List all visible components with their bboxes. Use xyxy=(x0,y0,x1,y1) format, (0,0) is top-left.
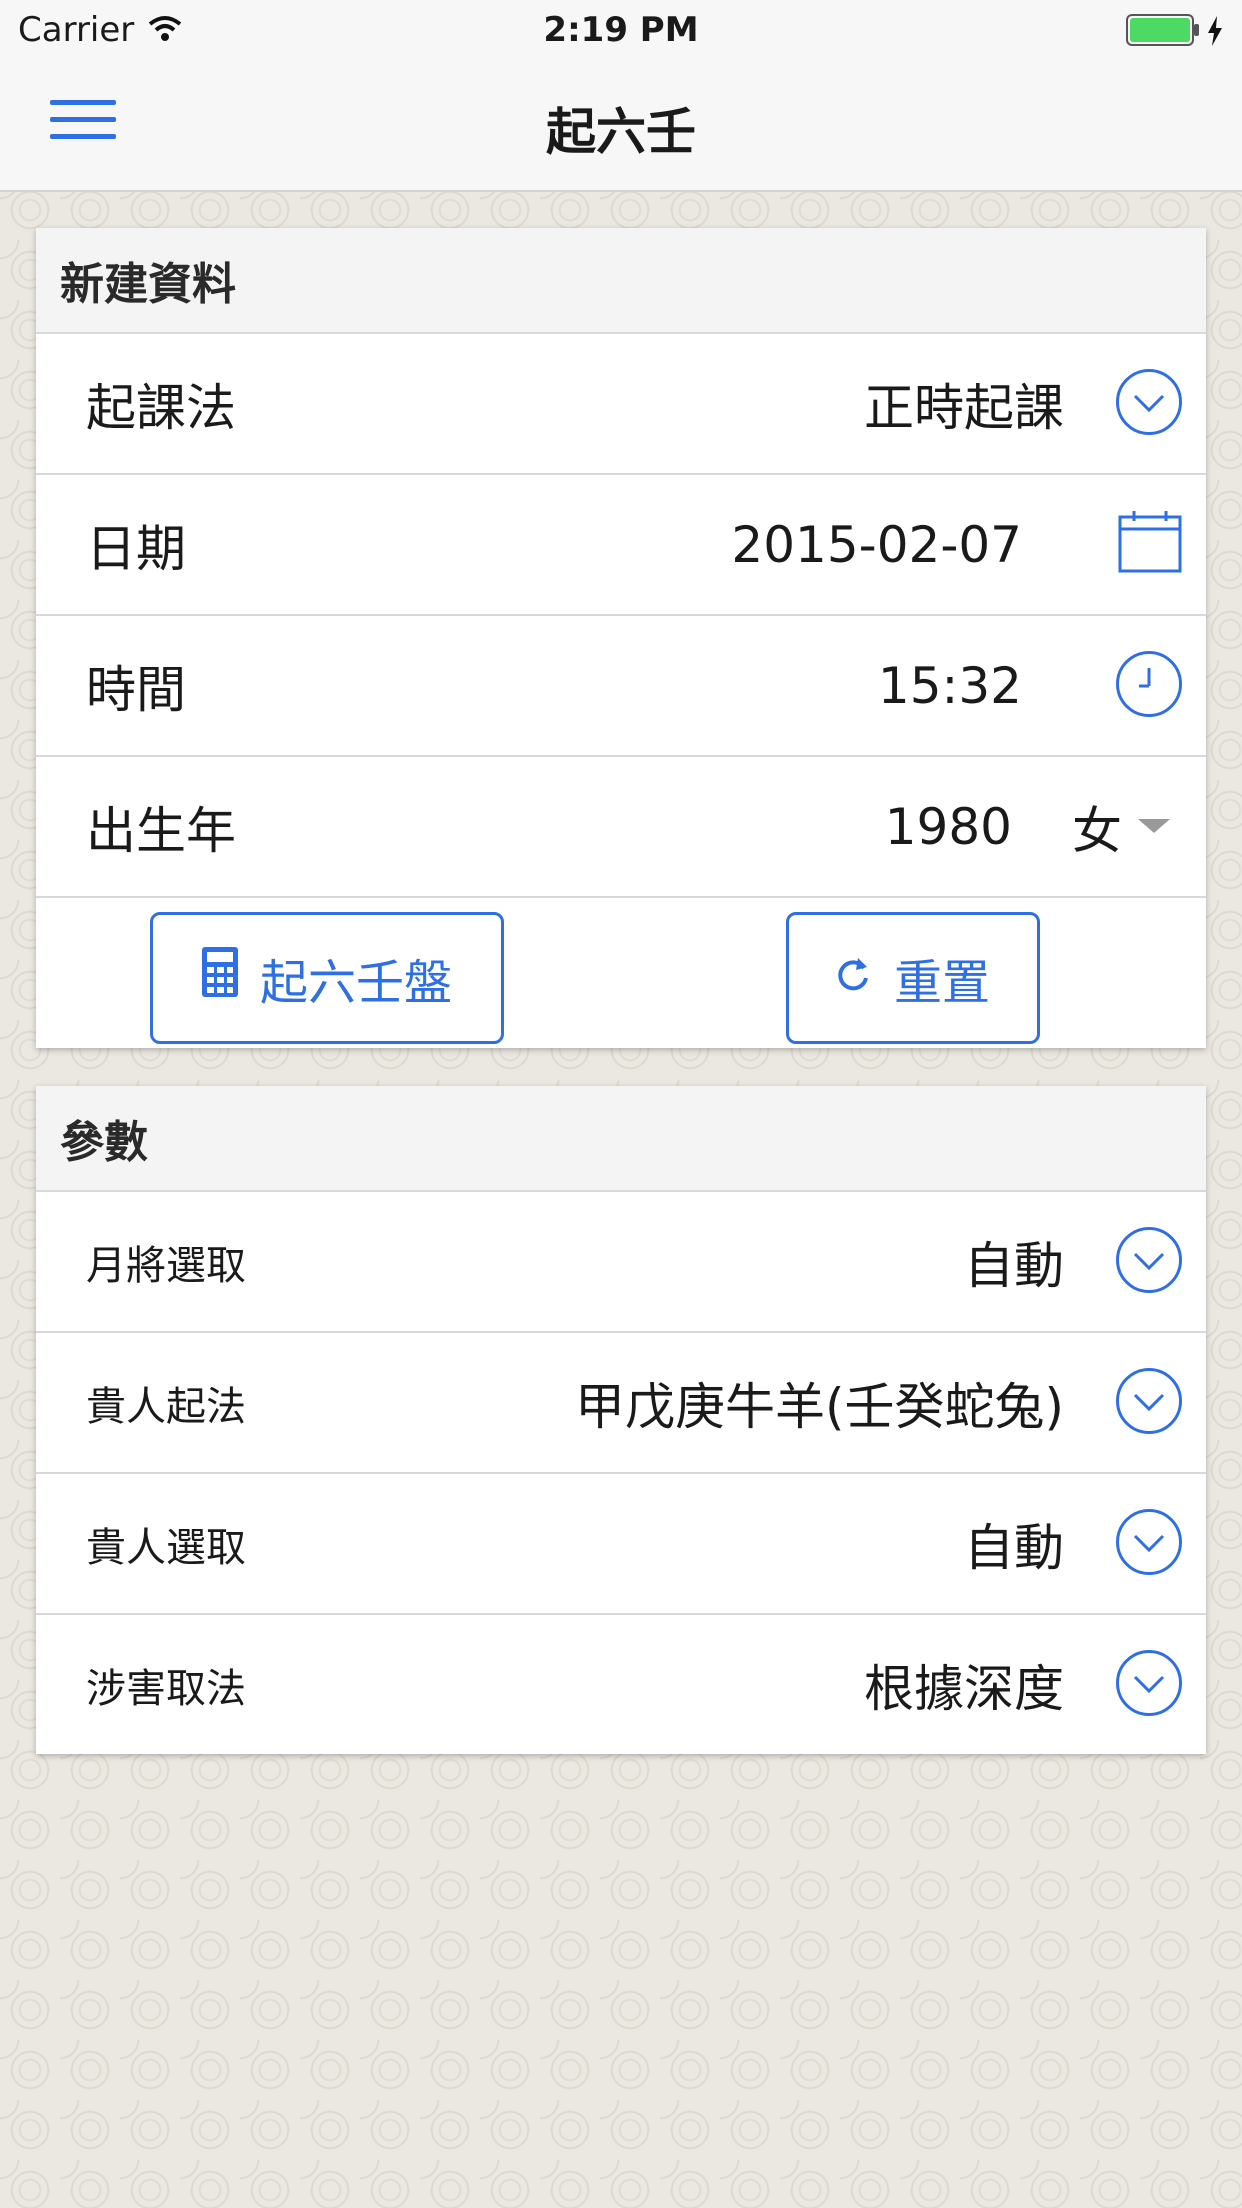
param-row-harm-method[interactable]: 涉害取法 根據深度 xyxy=(36,1615,1206,1754)
time-label: 時間 xyxy=(86,660,186,719)
method-value[interactable]: 正時起課 xyxy=(864,334,1064,473)
param-row-noble-method[interactable]: 貴人起法 甲戊庚牛羊(壬癸蛇兔) xyxy=(36,1333,1206,1474)
param-value[interactable]: 自動 xyxy=(964,1192,1064,1331)
calculator-icon xyxy=(201,947,238,1009)
dropdown-arrow-icon[interactable] xyxy=(1138,819,1170,833)
param-label: 貴人起法 xyxy=(86,1383,246,1430)
birth-year-value[interactable]: 1980 xyxy=(885,757,1012,896)
clock-icon[interactable] xyxy=(1116,651,1182,717)
birth-year-row[interactable]: 出生年 1980 女 xyxy=(36,757,1206,898)
chevron-down-icon[interactable] xyxy=(1116,1368,1182,1434)
time-value[interactable]: 15:32 xyxy=(878,616,1022,755)
chevron-down-icon[interactable] xyxy=(1116,1650,1182,1716)
new-data-card: 新建資料 起課法 正時起課 日期 2015-02-07 時間 15:32 出生年… xyxy=(36,228,1206,1048)
method-row[interactable]: 起課法 正時起課 xyxy=(36,334,1206,475)
calculate-chart-label: 起六壬盤 xyxy=(259,955,452,1011)
param-label: 貴人選取 xyxy=(86,1524,246,1571)
status-time: 2:19 PM xyxy=(543,10,699,50)
chevron-down-icon[interactable] xyxy=(1116,1227,1182,1293)
param-label: 涉害取法 xyxy=(86,1665,246,1712)
time-row[interactable]: 時間 15:32 xyxy=(36,616,1206,757)
parameters-header: 參數 xyxy=(36,1086,1206,1192)
date-label: 日期 xyxy=(86,519,186,578)
battery-indicator xyxy=(1126,14,1224,55)
action-buttons: 起六壬盤 重置 xyxy=(36,898,1206,1048)
charging-bolt-icon xyxy=(1206,15,1224,55)
calendar-icon[interactable] xyxy=(1118,511,1182,573)
chevron-down-icon[interactable] xyxy=(1116,1509,1182,1575)
param-row-month-general[interactable]: 月將選取 自動 xyxy=(36,1192,1206,1333)
reset-button[interactable]: 重置 xyxy=(786,912,1040,1044)
param-value[interactable]: 甲戊庚牛羊(壬癸蛇兔) xyxy=(575,1333,1064,1472)
param-label: 月將選取 xyxy=(86,1242,246,1289)
page-title: 起六壬 xyxy=(546,103,696,161)
navigation-bar: 起六壬 xyxy=(0,62,1242,192)
calculate-chart-button[interactable]: 起六壬盤 xyxy=(150,912,504,1044)
chevron-down-icon[interactable] xyxy=(1116,369,1182,435)
battery-icon xyxy=(1126,14,1200,55)
gender-select[interactable]: 女 xyxy=(1072,757,1122,896)
new-data-header: 新建資料 xyxy=(36,228,1206,334)
reset-label: 重置 xyxy=(893,955,990,1011)
refresh-icon xyxy=(836,950,872,1006)
method-label: 起課法 xyxy=(86,378,236,437)
date-row[interactable]: 日期 2015-02-07 xyxy=(36,475,1206,616)
parameters-card: 參數 月將選取 自動 貴人起法 甲戊庚牛羊(壬癸蛇兔) 貴人選取 自動 涉害取法… xyxy=(36,1086,1206,1754)
param-value[interactable]: 自動 xyxy=(964,1474,1064,1613)
param-row-noble-select[interactable]: 貴人選取 自動 xyxy=(36,1474,1206,1615)
date-value[interactable]: 2015-02-07 xyxy=(731,475,1022,614)
status-bar: Carrier 2:19 PM xyxy=(0,0,1242,62)
birth-year-label: 出生年 xyxy=(86,801,236,860)
param-value[interactable]: 根據深度 xyxy=(864,1615,1064,1754)
